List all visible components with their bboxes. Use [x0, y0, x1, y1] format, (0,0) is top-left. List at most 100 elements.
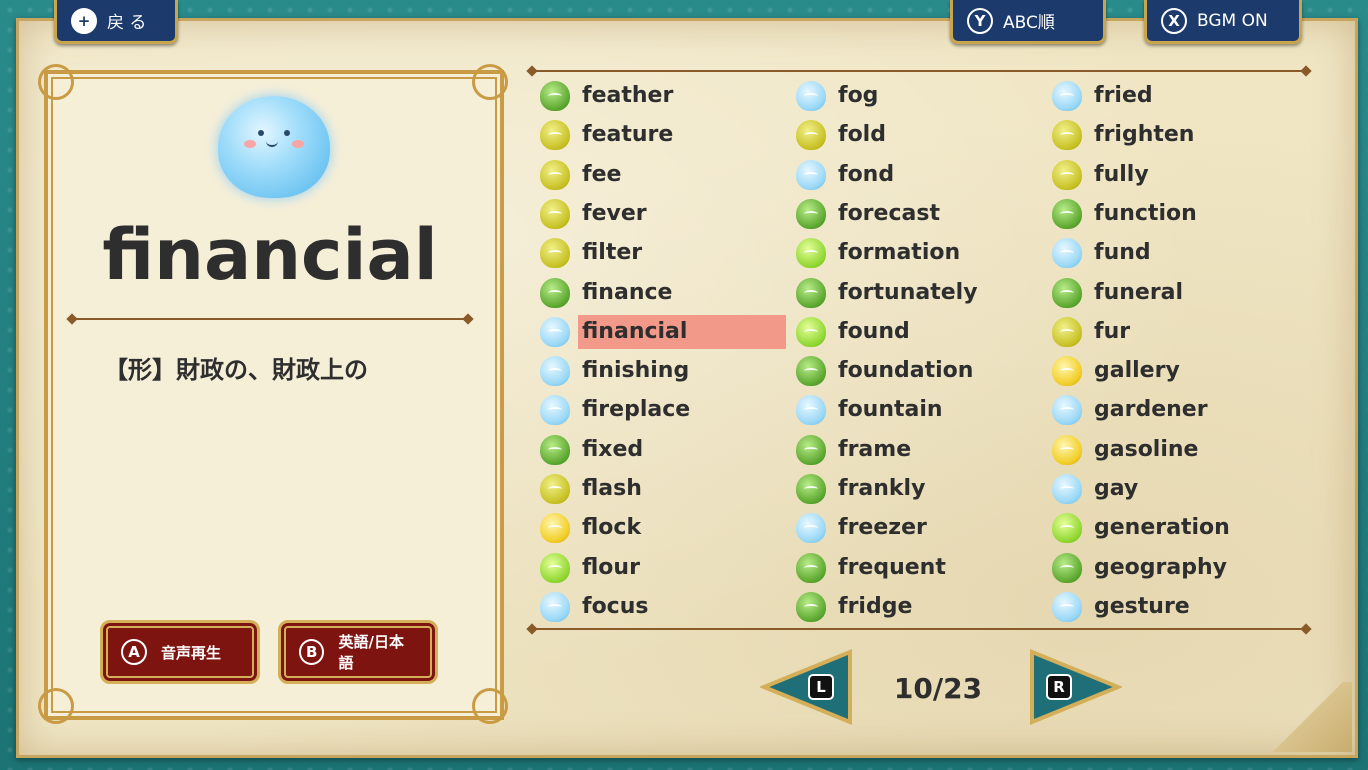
word-label: fully [1094, 161, 1149, 187]
word-list-item[interactable]: fond [796, 157, 1046, 193]
word-list-item[interactable]: forecast [796, 196, 1046, 232]
word-list-item[interactable]: financial [540, 314, 790, 350]
word-list-item[interactable]: gallery [1052, 353, 1302, 389]
green-slime-icon [796, 552, 826, 583]
page-curl [1262, 682, 1352, 752]
word-list-item[interactable]: feather [540, 78, 790, 114]
word-list-item[interactable]: frighten [1052, 117, 1302, 153]
word-label: fond [838, 161, 895, 187]
word-label: gesture [1094, 593, 1190, 619]
green-slime-icon [796, 277, 826, 308]
word-label: flour [582, 554, 640, 580]
word-list-item[interactable]: freezer [796, 510, 1046, 546]
green-slime-icon [796, 591, 826, 622]
word-list-item[interactable]: fridge [796, 589, 1046, 625]
next-page-button[interactable] [1028, 648, 1122, 726]
word-meaning: 【形】財政の、財政上の [104, 356, 368, 384]
word-list-item[interactable]: filter [540, 235, 790, 271]
word-label: frankly [838, 476, 926, 501]
blue-slime-icon [796, 159, 826, 190]
word-list-item[interactable]: fortunately [796, 275, 1046, 311]
word-list-item[interactable]: gardener [1052, 392, 1302, 428]
plus-key-icon: + [71, 7, 97, 34]
word-list-item[interactable]: fried [1052, 78, 1302, 114]
back-button[interactable]: + 戻 る [54, 0, 178, 44]
blue-slime-icon [796, 81, 826, 111]
word-label: finishing [582, 358, 690, 384]
sort-button-label: ABC順 [1003, 13, 1055, 33]
word-list-item[interactable]: fold [796, 117, 1046, 153]
word-list-item[interactable]: fog [796, 78, 1046, 114]
bgm-button-label: BGM ON [1197, 10, 1268, 31]
word-label: fog [838, 83, 879, 108]
prev-page-button[interactable] [760, 648, 854, 726]
word-list-item[interactable]: feature [540, 117, 790, 153]
word-list-item[interactable]: gesture [1052, 589, 1302, 625]
word-list-item[interactable]: fixed [540, 432, 790, 468]
word-list-item[interactable]: fully [1052, 157, 1302, 193]
word-list-item[interactable]: gay [1052, 471, 1302, 507]
word-label: financial [578, 314, 786, 349]
blue-slime-icon [1052, 591, 1082, 622]
word-list-item[interactable]: frankly [796, 471, 1046, 507]
word-label: function [1094, 200, 1197, 226]
word-list-item[interactable]: finance [540, 275, 790, 311]
toggle-language-label: 英語/日本語 [338, 633, 404, 672]
word-list-item[interactable]: funeral [1052, 275, 1302, 311]
gold-slime-icon [1052, 356, 1082, 387]
word-label: geography [1094, 554, 1227, 580]
word-list-item[interactable]: fund [1052, 235, 1302, 271]
lime-slime-icon [1052, 513, 1082, 544]
word-list-item[interactable]: formation [796, 235, 1046, 271]
word-list-item[interactable]: frequent [796, 550, 1046, 586]
word-list-item[interactable]: fireplace [540, 392, 790, 428]
word-label: frighten [1094, 122, 1195, 148]
r-key-icon: R [1046, 674, 1072, 700]
gold-slime-icon [1052, 434, 1082, 465]
word-label: fried [1094, 83, 1153, 108]
word-label: fur [1094, 318, 1131, 344]
word-list-item[interactable]: geography [1052, 550, 1302, 586]
word-label: gay [1094, 476, 1139, 501]
blue-slime-icon [540, 591, 570, 622]
lime-slime-icon [796, 316, 826, 347]
green-slime-icon [1052, 552, 1082, 583]
gold-slime-icon [540, 513, 570, 544]
sort-button[interactable]: Y ABC順 [950, 0, 1106, 44]
word-list-item[interactable]: flour [540, 550, 790, 586]
green-slime-icon [540, 277, 570, 308]
l-key-icon: L [808, 674, 834, 700]
word-list-item[interactable]: fever [540, 196, 790, 232]
play-audio-button[interactable]: A 音声再生 [100, 620, 260, 684]
back-button-label: 戻 る [107, 13, 147, 33]
word-label: frame [838, 436, 912, 462]
ornamental-divider [72, 318, 468, 320]
bgm-button[interactable]: X BGM ON [1144, 0, 1302, 44]
play-audio-label: 音声再生 [161, 643, 222, 662]
word-list-item[interactable]: flash [540, 471, 790, 507]
green-slime-icon [540, 434, 570, 465]
word-label: feature [582, 122, 674, 148]
word-list-item[interactable]: flock [540, 510, 790, 546]
olive-slime-icon [540, 159, 570, 190]
word-list-item[interactable]: focus [540, 589, 790, 625]
word-list-item[interactable]: finishing [540, 353, 790, 389]
word-list-item[interactable]: function [1052, 196, 1302, 232]
olive-slime-icon [540, 198, 570, 229]
word-list-item[interactable]: found [796, 314, 1046, 350]
page-indicator: 10/23 [893, 672, 983, 705]
word-label: filter [582, 240, 643, 266]
word-list-item[interactable]: fountain [796, 392, 1046, 428]
word-list-item[interactable]: foundation [796, 353, 1046, 389]
word-list-item[interactable]: frame [796, 432, 1046, 468]
word-label: fireplace [582, 397, 691, 423]
word-list-item[interactable]: fee [540, 157, 790, 193]
word-list-item[interactable]: fur [1052, 314, 1302, 350]
word-label: gallery [1094, 358, 1180, 384]
word-list-item[interactable]: generation [1052, 510, 1302, 546]
toggle-language-button[interactable]: B 英語/日本語 [278, 620, 438, 684]
blue-slime-icon [540, 316, 570, 347]
word-label: fixed [582, 436, 644, 462]
word-label: forecast [838, 200, 940, 226]
word-list-item[interactable]: gasoline [1052, 432, 1302, 468]
